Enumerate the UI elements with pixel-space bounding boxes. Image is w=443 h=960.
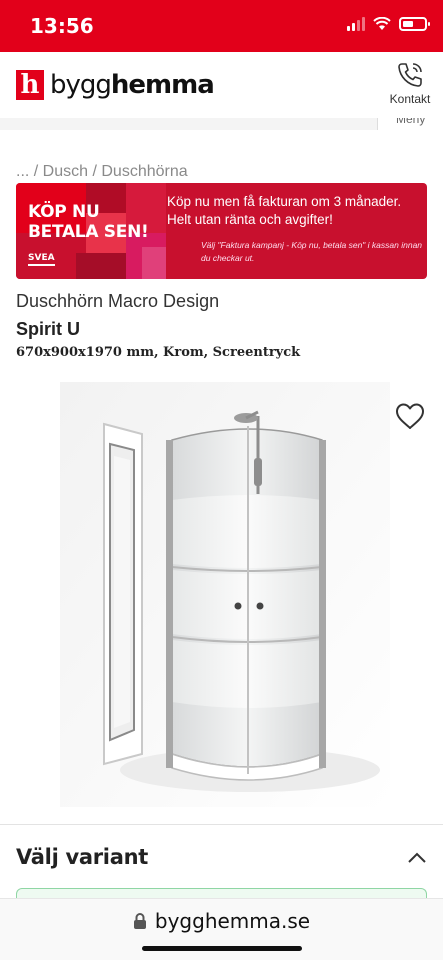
url-text: bygghemma.se <box>154 909 311 933</box>
site-header: h bygghemma Kontakt <box>0 52 443 118</box>
promo-note: Välj "Faktura kampanj - Köp nu, betala s… <box>201 240 423 263</box>
lock-icon <box>133 913 146 929</box>
product-image[interactable] <box>60 382 390 807</box>
promo-heading: Köp nu men få fakturan om 3 månader. Hel… <box>167 194 402 227</box>
url-content: bygghemma.se <box>0 909 443 933</box>
promo-title-line2: BETALA SEN! <box>28 222 149 242</box>
product-name: Spirit U <box>16 319 81 339</box>
signal-icon <box>347 17 365 31</box>
battery-icon <box>399 17 430 31</box>
svea-logo: SVEA <box>28 253 55 266</box>
product-brand-line[interactable]: Duschhörn Macro Design <box>16 291 219 312</box>
heart-outline-icon[interactable] <box>394 402 426 430</box>
status-time: 13:56 <box>30 14 94 38</box>
status-icons <box>347 17 430 31</box>
contact-button[interactable]: Kontakt <box>387 60 433 106</box>
product-spec: 670x900x1970 mm, Krom, Screentryck <box>16 345 301 360</box>
logo-prefix: bygg <box>50 70 112 100</box>
promo-banner[interactable]: KÖP NU BETALA SEN! SVEA Köp nu men få fa… <box>16 183 427 279</box>
menu-button[interactable]: Meny <box>377 118 443 130</box>
variant-section-title[interactable]: Välj variant <box>16 845 148 869</box>
logo-suffix: hemma <box>110 70 215 100</box>
contact-label: Kontakt <box>389 92 431 106</box>
breadcrumb[interactable]: ... / Dusch / Duschhörna <box>16 163 188 181</box>
header-sub-band <box>0 118 377 130</box>
chevron-up-icon[interactable] <box>405 848 429 868</box>
logo-text: bygghemma <box>50 70 215 100</box>
promo-title: KÖP NU BETALA SEN! <box>28 202 149 242</box>
promo-title-line1: KÖP NU <box>28 202 100 222</box>
logo[interactable]: h bygghemma <box>16 70 215 100</box>
wifi-icon <box>373 17 391 30</box>
menu-label: Meny <box>396 118 426 126</box>
home-indicator[interactable] <box>142 946 302 951</box>
logo-mark: h <box>16 70 44 100</box>
phone-icon <box>398 63 422 87</box>
status-bar: 13:56 <box>0 0 443 52</box>
section-divider <box>0 824 443 825</box>
